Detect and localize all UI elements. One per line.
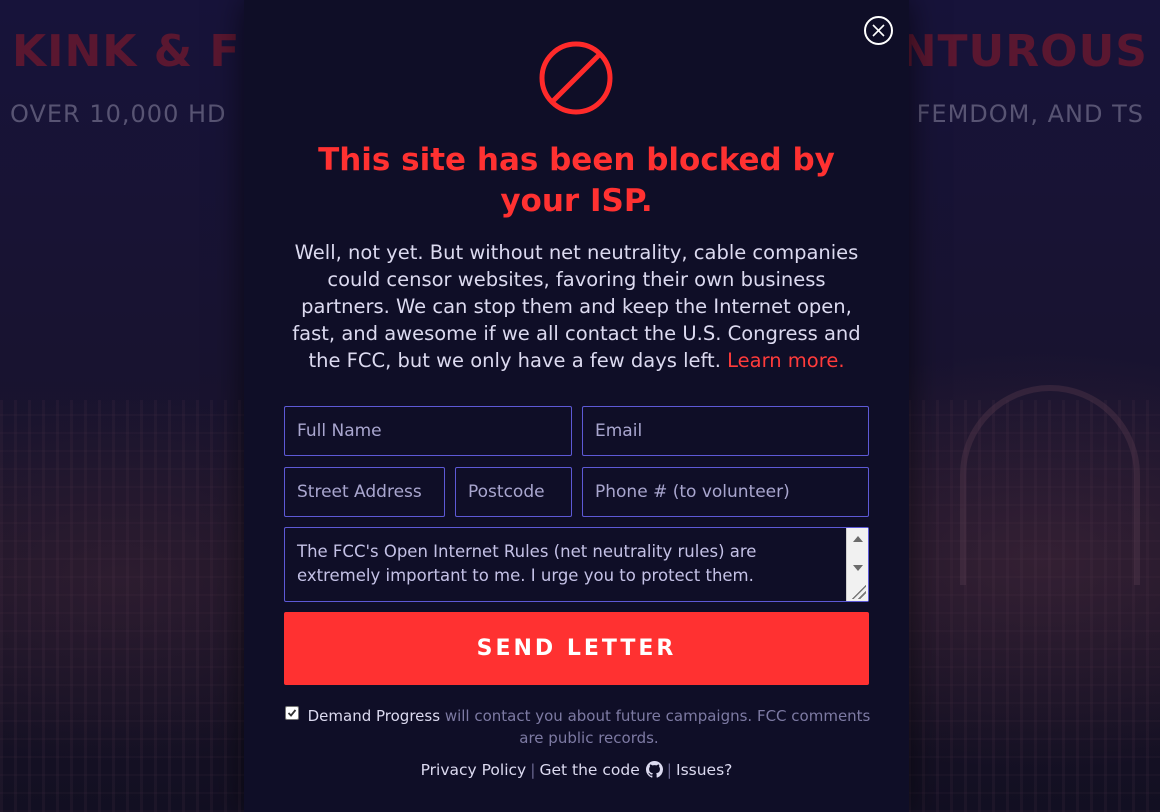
footer-links: Privacy Policy | Get the code | Issues? xyxy=(284,758,869,782)
street-address-input[interactable] xyxy=(284,467,445,517)
footer-separator: | xyxy=(666,761,672,779)
consent-body: will contact you about future campaigns.… xyxy=(444,707,871,747)
resize-grip-icon[interactable] xyxy=(850,583,866,599)
letter-textarea[interactable]: The FCC's Open Internet Rules (net neutr… xyxy=(284,527,869,602)
get-the-code-label: Get the code xyxy=(539,761,640,779)
background-sub-left: OVER 10,000 HD xyxy=(10,100,227,128)
send-letter-button[interactable]: SEND LETTER xyxy=(284,612,869,685)
issues-link[interactable]: Issues? xyxy=(676,761,732,779)
close-button[interactable] xyxy=(864,16,893,45)
learn-more-link[interactable]: Learn more. xyxy=(727,349,844,372)
intro-text: Well, not yet. But without net neutralit… xyxy=(284,239,869,374)
email-input[interactable] xyxy=(582,406,869,456)
consent-text: Demand Progress will contact you about f… xyxy=(304,705,874,749)
scroll-up-arrow-icon[interactable] xyxy=(853,536,863,542)
net-neutrality-modal: This site has been blocked by your ISP. … xyxy=(244,0,909,812)
phone-input[interactable] xyxy=(582,467,869,517)
consent-org-name: Demand Progress xyxy=(307,707,441,725)
get-the-code-link[interactable]: Get the code xyxy=(539,761,663,779)
prohibited-icon xyxy=(539,41,613,115)
letter-textarea-text: The FCC's Open Internet Rules (net neutr… xyxy=(297,542,757,585)
close-icon xyxy=(872,24,885,37)
consent-checkbox[interactable] xyxy=(285,706,299,720)
scroll-down-arrow-icon[interactable] xyxy=(853,565,863,571)
modal-title: This site has been blocked by your ISP. xyxy=(318,142,835,219)
background-building-left xyxy=(0,400,250,812)
privacy-policy-link[interactable]: Privacy Policy xyxy=(421,761,527,779)
checkmark-icon xyxy=(287,709,297,717)
footer-separator: | xyxy=(530,761,536,779)
postcode-input[interactable] xyxy=(455,467,572,517)
background-sub-right: FEMDOM, AND TS xyxy=(916,100,1144,128)
github-icon xyxy=(645,761,663,778)
background-headline-left: KINK & FE xyxy=(12,26,272,77)
background-headline-right: NTUROUS xyxy=(899,26,1148,77)
full-name-input[interactable] xyxy=(284,406,572,456)
background-arch xyxy=(960,385,1140,585)
